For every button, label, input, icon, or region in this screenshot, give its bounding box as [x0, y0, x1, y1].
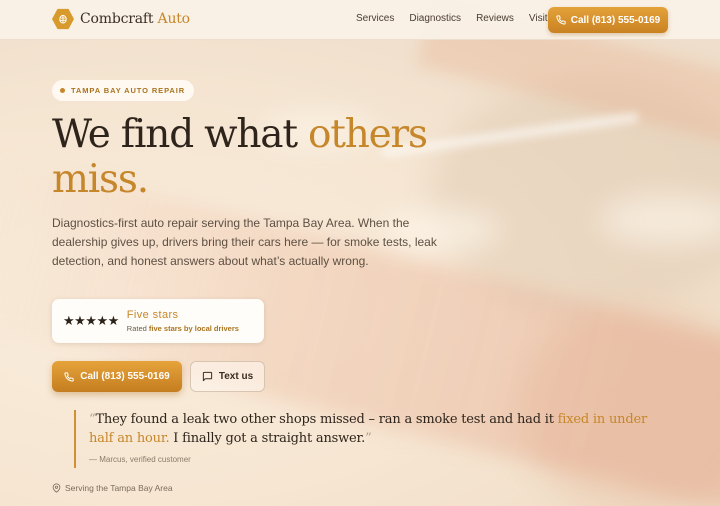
- quote-close-mark: ”: [365, 431, 372, 446]
- phone-icon: [64, 371, 74, 382]
- brand-logo[interactable]: Combcraft Auto: [52, 8, 190, 30]
- nav-links: Services Diagnostics Reviews Visit: [356, 13, 563, 24]
- brand-name-accent: Auto: [157, 11, 191, 27]
- message-icon: [202, 371, 212, 382]
- text-us-label: Text us: [218, 371, 254, 382]
- hero-description: Diagnostics-first auto repair serving th…: [52, 216, 437, 268]
- location-badge: TAMPA BAY AUTO REPAIR: [52, 80, 195, 101]
- service-area: Serving the Tampa Bay Area: [52, 483, 173, 493]
- text-us-button[interactable]: Text us: [190, 361, 265, 392]
- hero-headline: We find what others miss.: [52, 112, 472, 202]
- customer-testimonial: “They found a leak two other shops misse…: [74, 410, 664, 468]
- call-button[interactable]: Call (813) 555-0169: [52, 361, 182, 392]
- hexagon-logo-icon: [52, 8, 74, 30]
- call-button-label: Call (813) 555-0169: [80, 371, 170, 382]
- phone-icon: [556, 15, 566, 25]
- headline-part1: We find what: [52, 112, 308, 157]
- nav-link-reviews[interactable]: Reviews: [476, 13, 514, 24]
- rating-title: Five stars: [126, 309, 179, 321]
- badge-label: TAMPA BAY AUTO REPAIR: [71, 86, 186, 95]
- nav-link-services[interactable]: Services: [356, 13, 394, 24]
- top-nav: Combcraft Auto Services Diagnostics Revi…: [0, 0, 720, 40]
- nav-call-button[interactable]: Call (813) 555-0169: [548, 7, 668, 33]
- star-rating-icon: ★★★★★: [63, 313, 119, 328]
- rating-sub-prefix: Rated: [126, 324, 149, 333]
- brand-name: Combcraft Auto: [80, 11, 190, 27]
- nav-call-label: Call (813) 555-0169: [570, 14, 661, 26]
- nav-link-diagnostics[interactable]: Diagnostics: [409, 13, 461, 24]
- rating-text: Five stars Rated five stars by local dri…: [127, 309, 239, 333]
- rating-card: ★★★★★ Five stars Rated five stars by loc…: [52, 299, 264, 343]
- testimonial-author: — Marcus, verified customer: [89, 455, 191, 464]
- rating-subtitle: Rated five stars by local drivers: [127, 324, 239, 333]
- headline-period: .: [136, 157, 149, 202]
- badge-dot: [60, 88, 65, 93]
- testimonial-text: “They found a leak two other shops misse…: [89, 410, 664, 448]
- rating-sub-bold: five stars by local drivers: [148, 324, 239, 333]
- map-pin-icon: [52, 483, 61, 493]
- service-area-label: Serving the Tampa Bay Area: [65, 483, 173, 493]
- nav-link-visit[interactable]: Visit: [529, 13, 548, 24]
- quote-part1: They found a leak two other shops missed…: [95, 412, 558, 427]
- brand-name-main: Combcraft: [80, 11, 154, 27]
- quote-part2: I finally got a straight answer.: [169, 431, 366, 446]
